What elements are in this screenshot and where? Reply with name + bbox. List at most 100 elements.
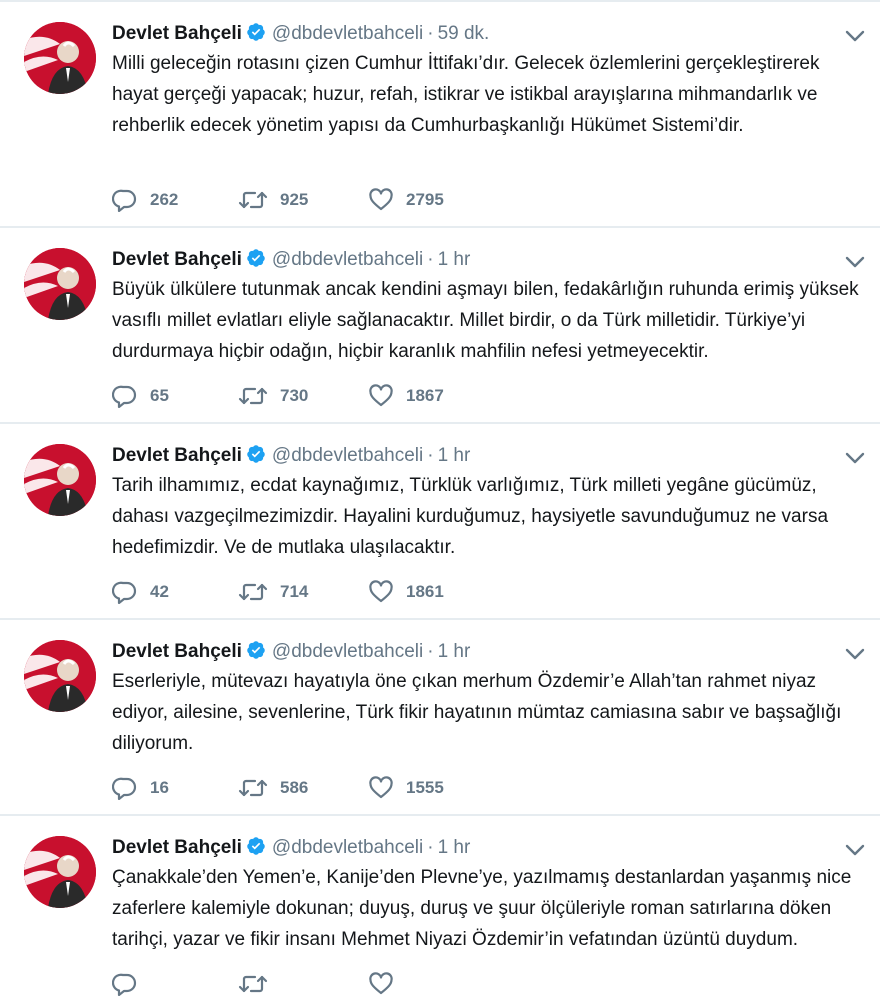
- tweet-header: Devlet Bahçeli @dbdevletbahceli · 1 hr: [112, 834, 820, 862]
- reply-button[interactable]: 16: [112, 776, 190, 800]
- retweet-icon: [238, 583, 268, 601]
- chevron-down-icon[interactable]: [844, 28, 866, 44]
- verified-badge-icon: [247, 641, 265, 659]
- tweet-header: Devlet Bahçeli @dbdevletbahceli · 59 dk.: [112, 20, 820, 48]
- like-count: 1867: [406, 386, 444, 405]
- like-count: 1555: [406, 778, 444, 797]
- reply-icon: [112, 973, 137, 996]
- reply-icon: [112, 777, 137, 800]
- heart-icon: [369, 188, 393, 211]
- tweet-timestamp[interactable]: 1 hr: [438, 445, 471, 466]
- verified-badge-icon: [247, 445, 265, 463]
- chevron-down-icon[interactable]: [844, 254, 866, 270]
- chevron-down-icon[interactable]: [844, 646, 866, 662]
- retweet-button[interactable]: 730: [238, 384, 320, 408]
- tweet-header: Devlet Bahçeli @dbdevletbahceli · 1 hr: [112, 442, 820, 470]
- author-handle[interactable]: @dbdevletbahceli: [272, 445, 423, 466]
- retweet-icon: [238, 191, 268, 209]
- tweet-actions: 65 730 1867: [112, 384, 494, 408]
- retweet-icon: [238, 975, 268, 993]
- avatar-image: [24, 22, 96, 94]
- tweet[interactable]: Devlet Bahçeli @dbdevletbahceli · 1 hr Eser…: [0, 620, 880, 816]
- avatar[interactable]: [24, 444, 96, 516]
- retweet-count: 925: [280, 190, 309, 209]
- separator-dot: ·: [427, 445, 434, 466]
- retweet-button[interactable]: 714: [238, 580, 320, 604]
- tweet-timestamp[interactable]: 1 hr: [438, 641, 471, 662]
- tweet-text: Tarih ilhamımız, ecdat kaynağımız, Türkl…: [112, 475, 829, 558]
- reply-button[interactable]: [112, 972, 190, 996]
- author-name[interactable]: Devlet Bahçeli: [112, 249, 242, 270]
- chevron-down-icon[interactable]: [844, 842, 866, 858]
- separator-dot: ·: [427, 641, 434, 662]
- tweet-actions: 42 714 1861: [112, 580, 494, 604]
- tweet[interactable]: Devlet Bahçeli @dbdevletbahceli · 1 hr Çana…: [0, 816, 880, 1002]
- like-count: 1861: [406, 582, 444, 601]
- author-handle[interactable]: @dbdevletbahceli: [272, 641, 423, 662]
- tweet-text: Büyük ülkülere tutunmak ancak kendini aş…: [112, 279, 859, 362]
- like-button[interactable]: 1555: [368, 776, 446, 800]
- tweet-text: Milli geleceğin rotasını çizen Cumhur İt…: [112, 53, 820, 136]
- author-handle[interactable]: @dbdevletbahceli: [272, 23, 423, 44]
- reply-count: 65: [150, 386, 169, 405]
- tweet[interactable]: Devlet Bahçeli @dbdevletbahceli · 1 hr Tari…: [0, 424, 880, 620]
- tweet-text: Çanakkale’den Yemen’e, Kanije’den Plevne…: [112, 867, 852, 950]
- tweet-actions: 16 586 1555: [112, 776, 494, 800]
- avatar-image: [24, 444, 96, 516]
- separator-dot: ·: [427, 837, 434, 858]
- tweet-timestamp[interactable]: 59 dk.: [438, 23, 490, 44]
- retweet-icon: [238, 387, 268, 405]
- separator-dot: ·: [427, 249, 434, 270]
- tweet-header: Devlet Bahçeli @dbdevletbahceli · 1 hr: [112, 246, 820, 274]
- separator-dot: ·: [427, 23, 434, 44]
- retweet-button[interactable]: [238, 972, 320, 996]
- author-name[interactable]: Devlet Bahçeli: [112, 23, 242, 44]
- author-name[interactable]: Devlet Bahçeli: [112, 837, 242, 858]
- avatar-image: [24, 640, 96, 712]
- reply-icon: [112, 385, 137, 408]
- tweet[interactable]: Devlet Bahçeli @dbdevletbahceli · 1 hr Büyü…: [0, 228, 880, 424]
- tweet-actions: 262 925 2795: [112, 188, 494, 212]
- retweet-icon: [238, 779, 268, 797]
- author-handle[interactable]: @dbdevletbahceli: [272, 837, 423, 858]
- tweet-header: Devlet Bahçeli @dbdevletbahceli · 1 hr: [112, 638, 820, 666]
- reply-button[interactable]: 42: [112, 580, 190, 604]
- tweet-feed: Devlet Bahçeli @dbdevletbahceli · 59 dk. Mi…: [0, 0, 880, 1002]
- reply-icon: [112, 189, 137, 212]
- tweet-timestamp[interactable]: 1 hr: [438, 249, 471, 270]
- verified-badge-icon: [247, 23, 265, 41]
- like-button[interactable]: [368, 972, 446, 996]
- like-button[interactable]: 1861: [368, 580, 446, 604]
- reply-count: 42: [150, 582, 169, 601]
- avatar[interactable]: [24, 248, 96, 320]
- like-count: 2795: [406, 190, 444, 209]
- like-button[interactable]: 2795: [368, 188, 446, 212]
- retweet-button[interactable]: 925: [238, 188, 320, 212]
- author-name[interactable]: Devlet Bahçeli: [112, 445, 242, 466]
- retweet-count: 586: [280, 778, 309, 797]
- heart-icon: [369, 384, 393, 407]
- reply-count: 16: [150, 778, 169, 797]
- like-button[interactable]: 1867: [368, 384, 446, 408]
- retweet-button[interactable]: 586: [238, 776, 320, 800]
- tweet-text: Eserleriyle, mütevazı hayatıyla öne çıka…: [112, 671, 842, 754]
- avatar[interactable]: [24, 836, 96, 908]
- verified-badge-icon: [247, 249, 265, 267]
- avatar[interactable]: [24, 640, 96, 712]
- heart-icon: [369, 776, 393, 799]
- retweet-count: 730: [280, 386, 309, 405]
- author-name[interactable]: Devlet Bahçeli: [112, 641, 242, 662]
- tweet-timestamp[interactable]: 1 hr: [438, 837, 471, 858]
- heart-icon: [369, 580, 393, 603]
- verified-badge-icon: [247, 837, 265, 855]
- chevron-down-icon[interactable]: [844, 450, 866, 466]
- heart-icon: [369, 972, 393, 995]
- reply-button[interactable]: 65: [112, 384, 190, 408]
- retweet-count: 714: [280, 582, 309, 601]
- author-handle[interactable]: @dbdevletbahceli: [272, 249, 423, 270]
- reply-button[interactable]: 262: [112, 188, 190, 212]
- tweet[interactable]: Devlet Bahçeli @dbdevletbahceli · 59 dk. Mi…: [0, 0, 880, 228]
- avatar[interactable]: [24, 22, 96, 94]
- avatar-image: [24, 248, 96, 320]
- tweet-actions: [112, 972, 494, 996]
